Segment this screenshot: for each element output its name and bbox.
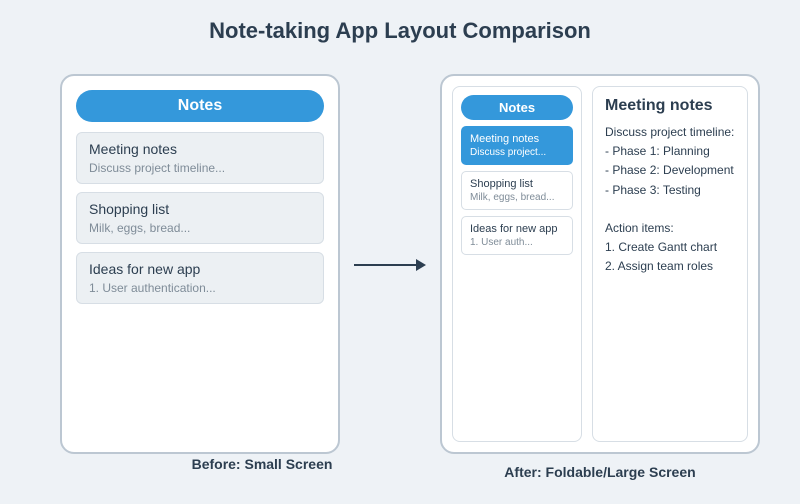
page-title: Note-taking App Layout Comparison: [0, 0, 800, 44]
comparison-stage: Notes Meeting notes Discuss project time…: [0, 44, 800, 504]
note-preview: Milk, eggs, bread...: [470, 192, 564, 203]
list-item[interactable]: Shopping list Milk, eggs, bread...: [461, 171, 573, 210]
note-preview: Discuss project timeline...: [89, 161, 311, 175]
note-title: Meeting notes: [470, 133, 564, 145]
list-item[interactable]: Meeting notes Discuss project timeline..…: [76, 132, 324, 184]
note-title: Ideas for new app: [89, 261, 311, 277]
device-large-screen: Notes Meeting notes Discuss project... S…: [440, 74, 760, 454]
device-small-screen: Notes Meeting notes Discuss project time…: [60, 74, 340, 454]
note-preview: Milk, eggs, bread...: [89, 221, 311, 235]
note-preview: 1. User auth...: [470, 237, 564, 248]
small-header: Notes: [76, 90, 324, 122]
note-title: Meeting notes: [89, 141, 311, 157]
list-item[interactable]: Ideas for new app 1. User authentication…: [76, 252, 324, 304]
caption-before: Before: Small Screen: [122, 456, 402, 472]
list-item[interactable]: Ideas for new app 1. User auth...: [461, 216, 573, 255]
detail-pane: Meeting notes Discuss project timeline: …: [592, 86, 748, 442]
two-pane-layout: Notes Meeting notes Discuss project... S…: [452, 86, 748, 442]
note-title: Shopping list: [89, 201, 311, 217]
list-item[interactable]: Meeting notes Discuss project...: [461, 126, 573, 165]
note-preview: 1. User authentication...: [89, 281, 311, 295]
caption-after: After: Foldable/Large Screen: [440, 464, 760, 480]
note-title: Ideas for new app: [470, 223, 564, 235]
list-item[interactable]: Shopping list Milk, eggs, bread...: [76, 192, 324, 244]
large-list-header: Notes: [461, 95, 573, 120]
list-pane: Notes Meeting notes Discuss project... S…: [452, 86, 582, 442]
detail-title: Meeting notes: [605, 97, 735, 115]
detail-body: Discuss project timeline: - Phase 1: Pla…: [605, 123, 735, 277]
note-title: Shopping list: [470, 178, 564, 190]
arrow-icon: [354, 264, 424, 266]
note-preview: Discuss project...: [470, 147, 564, 158]
